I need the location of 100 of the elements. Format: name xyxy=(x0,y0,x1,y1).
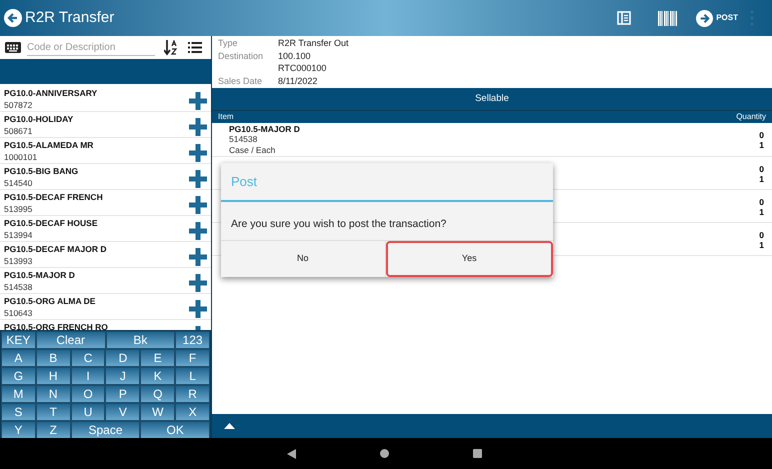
product-row[interactable]: PG10.5-ORG ALMA DE 510643 xyxy=(0,294,211,320)
arrow-right-icon xyxy=(696,10,714,26)
detail-value: 100.100 xyxy=(278,50,311,62)
product-name: PG10.5-ORG ALMA DE xyxy=(4,295,96,307)
plus-icon[interactable] xyxy=(189,274,207,292)
keyboard-key[interactable]: R xyxy=(175,385,210,403)
keyboard-key[interactable]: D xyxy=(105,349,140,367)
item-unit: Case / Each xyxy=(229,145,276,156)
product-code: 514540 xyxy=(4,177,34,189)
keyboard-key[interactable]: Clear xyxy=(36,331,106,349)
plus-icon[interactable] xyxy=(189,196,207,214)
keyboard-key[interactable]: Space xyxy=(70,421,140,439)
product-code: 513993 xyxy=(4,255,34,267)
keyboard-key[interactable]: Z xyxy=(36,421,71,439)
product-row[interactable]: PG10.5-DECAF FRENCH 513995 xyxy=(0,190,211,216)
home-nav-icon[interactable] xyxy=(380,449,389,458)
dialog-message: Are you sure you wish to post the transaction? xyxy=(231,218,446,230)
product-row[interactable]: PG10.5-ALAMEDA MR 1000101 xyxy=(0,138,211,164)
product-row[interactable]: PG10.5-DECAF MAJOR D 513993 xyxy=(0,242,211,268)
product-name: PG10.5-DECAF HOUSE xyxy=(4,217,99,229)
product-code: 510643 xyxy=(4,307,34,319)
quantity-value: 1 xyxy=(759,174,764,184)
quantity-value: 0 xyxy=(759,164,764,174)
product-row[interactable]: PG10.5-DECAF HOUSE 513994 xyxy=(0,216,211,242)
product-code: 1000101 xyxy=(4,151,38,163)
column-header: Item xyxy=(218,111,234,123)
panel-icon[interactable] xyxy=(617,11,632,25)
keyboard-key[interactable]: U xyxy=(70,403,106,421)
product-name: PG10.0-ANNIVERSARY xyxy=(4,87,98,99)
detail-label: Type xyxy=(218,38,238,48)
sort-icon[interactable] xyxy=(164,40,178,56)
plus-icon[interactable] xyxy=(189,118,207,136)
product-code: 508671 xyxy=(4,125,34,137)
dialog-button[interactable]: No xyxy=(221,241,386,277)
quantity-value: 1 xyxy=(759,206,764,216)
detail-label: Destination xyxy=(218,50,264,60)
keyboard-key[interactable]: B xyxy=(36,349,71,367)
item-code: 514538 xyxy=(229,134,258,145)
keyboard-key[interactable]: 123 xyxy=(175,331,210,349)
product-row[interactable]: PG10.5-MAJOR D 514538 xyxy=(0,268,211,294)
keyboard-key[interactable]: N xyxy=(36,385,71,403)
keyboard-key[interactable]: V xyxy=(105,403,140,421)
product-row[interactable]: PG10.0-HOLIDAY 508671 xyxy=(0,112,211,138)
plus-icon[interactable] xyxy=(189,300,207,318)
list-icon[interactable] xyxy=(188,42,202,53)
item-name: PG10.5-MAJOR D xyxy=(229,124,301,134)
keyboard-key[interactable]: X xyxy=(175,403,210,421)
plus-icon[interactable] xyxy=(189,144,207,162)
keyboard-key[interactable]: G xyxy=(1,367,36,385)
back-nav-icon[interactable] xyxy=(287,448,296,458)
plus-icon[interactable] xyxy=(189,248,207,266)
plus-icon[interactable] xyxy=(189,170,207,188)
quantity-value: 0 xyxy=(759,230,764,240)
plus-icon[interactable] xyxy=(189,222,207,240)
keyboard-key[interactable]: M xyxy=(1,385,36,403)
keyboard-key[interactable]: L xyxy=(175,367,210,385)
column-header: Quantity xyxy=(736,111,766,123)
keyboard-key[interactable]: Bk xyxy=(106,331,176,349)
keyboard-key[interactable]: K xyxy=(140,367,176,385)
keyboard-key[interactable]: KEY xyxy=(1,331,36,349)
dialog-button[interactable]: Yes xyxy=(386,241,553,277)
keyboard-key[interactable]: E xyxy=(140,349,176,367)
keyboard-key[interactable]: OK xyxy=(140,421,210,439)
back-icon[interactable] xyxy=(4,9,22,27)
product-name: PG10.5-BIG BANG xyxy=(4,165,80,177)
keyboard-key[interactable]: W xyxy=(140,403,176,421)
product-code: 507872 xyxy=(4,99,34,111)
screen-title: R2R Transfer xyxy=(25,8,114,28)
keyboard-icon[interactable] xyxy=(5,42,21,53)
plus-icon[interactable] xyxy=(189,92,207,110)
product-code: 514538 xyxy=(4,281,34,293)
product-name: PG10.5-MAJOR D xyxy=(4,269,76,281)
search-field[interactable]: Code or Description xyxy=(27,39,155,56)
product-row[interactable]: PG10.0-ANNIVERSARY 507872 xyxy=(0,86,211,112)
keyboard-key[interactable]: S xyxy=(1,403,36,421)
expand-up-icon[interactable] xyxy=(224,423,235,429)
product-code: 513994 xyxy=(4,229,34,241)
product-row[interactable]: PG10.5-BIG BANG 514540 xyxy=(0,164,211,190)
detail-value: R2R Transfer Out xyxy=(278,37,349,50)
keyboard-key[interactable]: J xyxy=(105,367,140,385)
keyboard-key[interactable]: Y xyxy=(1,421,36,439)
product-name: PG10.0-HOLIDAY xyxy=(4,113,74,125)
keyboard-key[interactable]: P xyxy=(105,385,140,403)
keyboard-key[interactable]: H xyxy=(36,367,71,385)
detail-value: 8/11/2022 xyxy=(278,74,318,87)
table-row[interactable]: PG10.5-MAJOR D 514538 Case / Each 0 1 xyxy=(212,123,772,157)
quantity-value: 0 xyxy=(759,196,764,206)
keyboard-key[interactable]: O xyxy=(70,385,106,403)
keyboard-key[interactable]: C xyxy=(70,349,106,367)
keyboard-key[interactable]: I xyxy=(70,367,106,385)
keyboard-key[interactable]: T xyxy=(36,403,71,421)
barcode-icon[interactable] xyxy=(658,10,678,26)
keyboard-key[interactable]: Q xyxy=(140,385,176,403)
detail-label: Sales Date xyxy=(218,76,262,86)
post-button[interactable]: POST xyxy=(696,10,738,26)
keyboard-key[interactable]: F xyxy=(175,349,210,367)
product-name: PG10.5-DECAF FRENCH xyxy=(4,191,104,203)
dialog-title: Post xyxy=(231,172,258,191)
keyboard-key[interactable]: A xyxy=(1,349,36,367)
quantity-value: 0 xyxy=(759,130,764,140)
